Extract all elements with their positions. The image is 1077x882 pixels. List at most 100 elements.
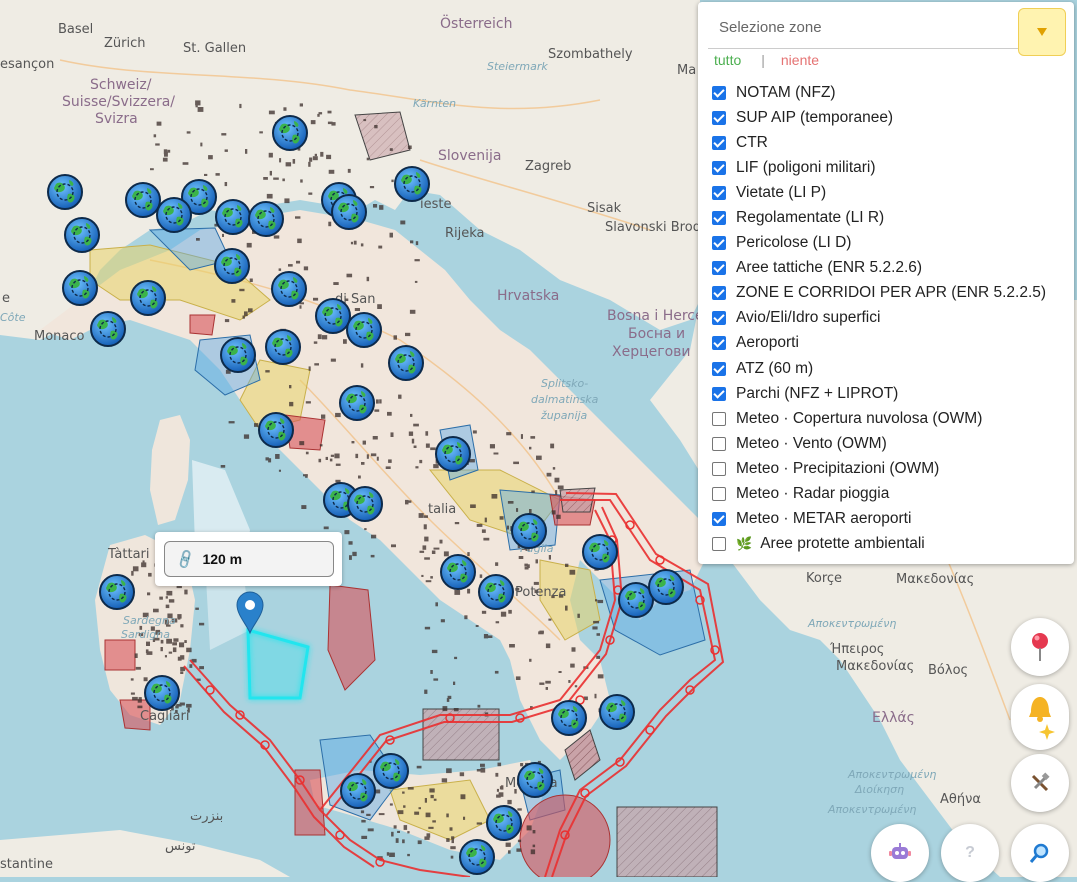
- airport-globe-icon[interactable]: [156, 197, 192, 233]
- assistant-button[interactable]: [871, 824, 929, 882]
- zone-checkbox[interactable]: [712, 261, 726, 276]
- airfield-speck: [509, 644, 515, 648]
- zone-checkbox[interactable]: [712, 386, 726, 401]
- airport-globe-icon[interactable]: [64, 217, 100, 253]
- zone-item[interactable]: SUP AIP (temporanee): [712, 105, 1066, 130]
- airport-globe-icon[interactable]: [517, 762, 553, 798]
- airport-globe-icon[interactable]: [394, 166, 430, 202]
- airport-globe-icon[interactable]: [220, 337, 256, 373]
- zone-checkbox[interactable]: [712, 236, 726, 251]
- airport-globe-icon[interactable]: [486, 805, 522, 841]
- airport-globe-icon[interactable]: [339, 385, 375, 421]
- airfield-speck: [410, 240, 414, 244]
- airfield-speck: [366, 454, 369, 459]
- zone-item[interactable]: Meteo · Copertura nuvolosa (OWM): [712, 406, 1066, 431]
- airport-globe-icon[interactable]: [130, 280, 166, 316]
- zone-checkbox[interactable]: [712, 537, 726, 552]
- zone-item[interactable]: Meteo · Vento (OWM): [712, 431, 1066, 456]
- airport-globe-icon[interactable]: [346, 312, 382, 348]
- zone-item[interactable]: NOTAM (NFZ): [712, 80, 1066, 105]
- zone-item[interactable]: Meteo · METAR aeroporti: [712, 507, 1066, 532]
- zone-checkbox[interactable]: [712, 411, 726, 426]
- airport-globe-icon[interactable]: [347, 486, 383, 522]
- airport-globe-icon[interactable]: [248, 201, 284, 237]
- select-all-link[interactable]: tutto: [714, 52, 741, 68]
- airport-globe-icon[interactable]: [511, 513, 547, 549]
- search-button[interactable]: [1011, 824, 1069, 882]
- zone-item[interactable]: Avio/Eli/Idro superfici: [712, 306, 1066, 331]
- dropdown-toggle-button[interactable]: [1018, 8, 1066, 56]
- airport-globe-icon[interactable]: [551, 700, 587, 736]
- airport-globe-icon[interactable]: [90, 311, 126, 347]
- zone-checkbox[interactable]: [712, 361, 726, 376]
- zone-checkbox[interactable]: [712, 160, 726, 175]
- zone-checkbox[interactable]: [712, 336, 726, 351]
- airfield-speck: [179, 702, 185, 706]
- zone-checkbox[interactable]: [712, 135, 726, 150]
- zone-checkbox[interactable]: [712, 286, 726, 301]
- zone-item[interactable]: Vietate (LI P): [712, 180, 1066, 205]
- zone-item[interactable]: ATZ (60 m): [712, 356, 1066, 381]
- zone-item[interactable]: ZONE E CORRIDOI PER APR (ENR 5.2.2.5): [712, 281, 1066, 306]
- airfield-speck: [597, 599, 604, 604]
- airport-globe-icon[interactable]: [388, 345, 424, 381]
- zone-item[interactable]: Parchi (NFZ + LIPROT): [712, 381, 1066, 406]
- zone-item[interactable]: CTR: [712, 130, 1066, 155]
- pin-button[interactable]: [1011, 618, 1069, 676]
- airfield-speck: [354, 308, 360, 311]
- select-none-link[interactable]: niente: [781, 52, 819, 68]
- alerts-button[interactable]: [1011, 684, 1069, 750]
- airport-globe-icon[interactable]: [99, 574, 135, 610]
- airport-globe-icon[interactable]: [215, 199, 251, 235]
- zone-checkbox[interactable]: [712, 461, 726, 476]
- zone-item[interactable]: Meteo · Precipitazioni (OWM): [712, 456, 1066, 481]
- airport-globe-icon[interactable]: [618, 582, 654, 618]
- airfield-speck: [551, 510, 556, 515]
- tools-button[interactable]: [1011, 754, 1069, 812]
- airfield-speck: [408, 500, 412, 503]
- airport-globe-icon[interactable]: [373, 753, 409, 789]
- airfield-speck: [414, 811, 420, 815]
- zone-item[interactable]: LIF (poligoni militari): [712, 155, 1066, 180]
- airport-globe-icon[interactable]: [265, 329, 301, 365]
- airport-globe-icon[interactable]: [440, 554, 476, 590]
- airport-globe-icon[interactable]: [459, 839, 495, 875]
- airport-globe-icon[interactable]: [47, 174, 83, 210]
- zone-checkbox[interactable]: [712, 512, 726, 527]
- zone-item[interactable]: Pericolose (LI D): [712, 231, 1066, 256]
- zone-item[interactable]: 🌿 Aree protette ambientali: [712, 532, 1066, 557]
- airport-globe-icon[interactable]: [331, 194, 367, 230]
- airport-globe-icon[interactable]: [271, 271, 307, 307]
- airport-globe-icon[interactable]: [315, 298, 351, 334]
- airfield-speck: [442, 706, 448, 712]
- airport-globe-icon[interactable]: [478, 574, 514, 610]
- airport-globe-icon[interactable]: [648, 569, 684, 605]
- airport-globe-icon[interactable]: [599, 694, 635, 730]
- airfield-speck: [518, 556, 524, 559]
- zone-item[interactable]: Regolamentate (LI R): [712, 205, 1066, 230]
- airport-globe-icon[interactable]: [582, 534, 618, 570]
- zone-label: ZONE E CORRIDOI PER APR (ENR 5.2.2.5): [736, 284, 1047, 302]
- airport-globe-icon[interactable]: [125, 182, 161, 218]
- airport-globe-icon[interactable]: [144, 675, 180, 711]
- zone-checkbox[interactable]: [712, 110, 726, 125]
- airfield-speck: [385, 466, 391, 469]
- airfield-speck: [569, 569, 576, 575]
- airport-globe-icon[interactable]: [62, 270, 98, 306]
- zone-checkbox[interactable]: [712, 211, 726, 226]
- airport-globe-icon[interactable]: [272, 115, 308, 151]
- zone-checkbox[interactable]: [712, 185, 726, 200]
- zone-checkbox[interactable]: [712, 311, 726, 326]
- zone-item[interactable]: Aeroporti: [712, 331, 1066, 356]
- airfield-speck: [556, 514, 561, 519]
- zone-item[interactable]: Aree tattiche (ENR 5.2.2.6): [712, 256, 1066, 281]
- airport-globe-icon[interactable]: [340, 773, 376, 809]
- zone-item[interactable]: Meteo · Radar pioggia: [712, 482, 1066, 507]
- zone-checkbox[interactable]: [712, 487, 726, 502]
- airport-globe-icon[interactable]: [435, 436, 471, 472]
- airport-globe-icon[interactable]: [258, 412, 294, 448]
- zone-checkbox[interactable]: [712, 436, 726, 451]
- airport-globe-icon[interactable]: [214, 248, 250, 284]
- help-button[interactable]: ?: [941, 824, 999, 882]
- zone-checkbox[interactable]: [712, 85, 726, 100]
